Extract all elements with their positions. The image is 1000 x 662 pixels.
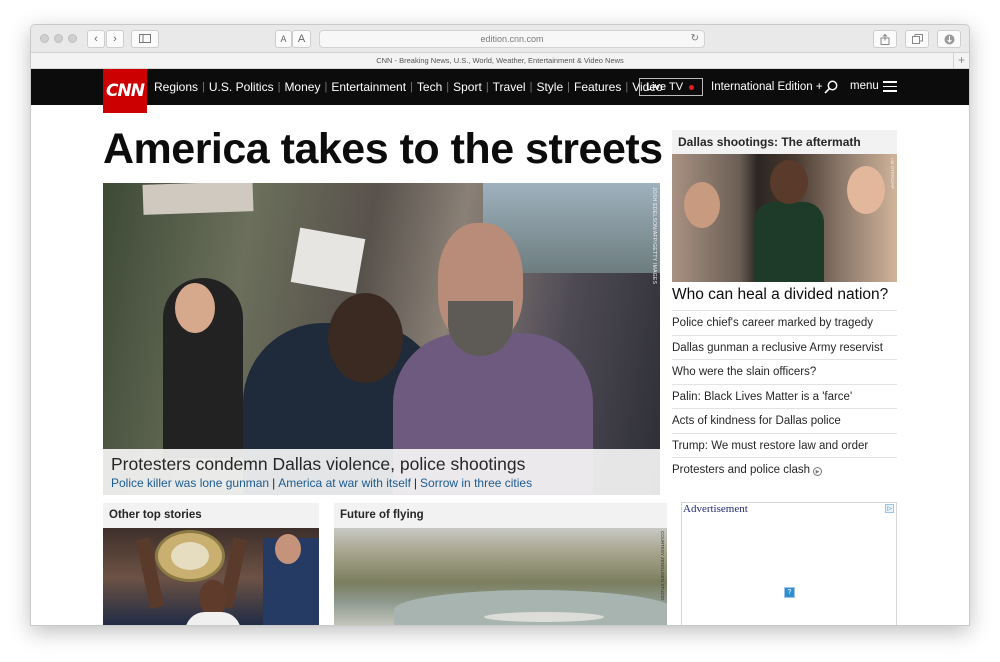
live-tv-button[interactable]: Live TV [639, 78, 703, 96]
live-tv-label: Live TV [646, 81, 684, 93]
play-icon: ▶ [813, 467, 823, 476]
tabs-overview-button[interactable] [905, 30, 929, 48]
advertisement-label: Advertisement [683, 503, 748, 515]
tabs-icon [911, 34, 923, 44]
search-icon[interactable] [824, 80, 838, 94]
future-of-flying-title[interactable]: Future of flying [334, 503, 667, 528]
dallas-image[interactable]: LM OTERO/AP [672, 154, 897, 282]
new-tab-button[interactable]: + [953, 53, 969, 68]
list-item[interactable]: Acts of kindness for Dallas police [672, 408, 897, 433]
list-item[interactable]: Trump: We must restore law and order [672, 432, 897, 458]
share-icon [880, 33, 890, 45]
minimize-window-button[interactable] [54, 34, 63, 43]
share-button[interactable] [873, 30, 897, 48]
nav-item-features[interactable]: Features [574, 80, 621, 94]
edition-selector[interactable]: International Edition + [711, 69, 823, 105]
cnn-logo[interactable]: CNN [103, 69, 147, 113]
list-item[interactable]: Dallas gunman a reclusive Army reservist [672, 334, 897, 360]
close-window-button[interactable] [40, 34, 49, 43]
dallas-lead-link[interactable]: Who can heal a divided nation? [672, 286, 897, 304]
nav-links: Regions | U.S. Politics | Money | Entertain… [154, 80, 663, 94]
caption-link-gunman[interactable]: Police killer was lone gunman [111, 476, 269, 490]
hamburger-icon[interactable] [883, 81, 897, 92]
other-top-stories-image[interactable] [103, 528, 319, 625]
nav-item-tech[interactable]: Tech [417, 80, 442, 94]
hero-caption-title[interactable]: Protesters condemn Dallas violence, poli… [111, 454, 652, 475]
nav-item-sport[interactable]: Sport [453, 80, 482, 94]
caption-link-war[interactable]: America at war with itself [278, 476, 411, 490]
other-top-stories-title[interactable]: Other top stories [103, 503, 319, 528]
downloads-button[interactable] [937, 30, 961, 48]
menu-button[interactable]: menu [850, 69, 879, 105]
live-dot-icon [689, 85, 694, 90]
caption-link-sorrow[interactable]: Sorrow in three cities [420, 476, 532, 490]
dallas-section-title[interactable]: Dallas shootings: The aftermath [672, 130, 897, 154]
nav-item-entertainment[interactable]: Entertainment [331, 80, 406, 94]
list-item[interactable]: Protesters and police clash ▶ [672, 457, 897, 482]
sidebar-button[interactable] [131, 30, 159, 48]
list-item-label: Protesters and police clash [672, 464, 811, 476]
tab-active[interactable]: CNN - Breaking News, U.S., World, Weathe… [376, 56, 624, 65]
page-headline[interactable]: America takes to the streets [103, 125, 663, 174]
flying-photo-credit: COURTESY ZENGUSEN STUDIO [660, 531, 665, 601]
zoom-window-button[interactable] [68, 34, 77, 43]
cnn-nav-bar: CNN Regions | U.S. Politics | Money | Enter… [31, 69, 969, 113]
browser-toolbar: ‹ › A A edition.cnn.com ↻ [31, 25, 969, 53]
text-smaller-button[interactable]: A [275, 30, 292, 48]
hero-photo-credit: JOSH EDELSON/AFP/GETTY IMAGES [651, 187, 657, 285]
url-text: edition.cnn.com [480, 34, 544, 44]
nav-item-style[interactable]: Style [536, 80, 563, 94]
reload-icon[interactable]: ↻ [691, 31, 699, 47]
back-button[interactable]: ‹ [87, 30, 105, 48]
sidebar-icon [139, 34, 151, 43]
hero-caption: Protesters condemn Dallas violence, poli… [103, 449, 660, 495]
dallas-links-list: Police chief's career marked by tragedy … [672, 310, 897, 482]
hero-caption-links: Police killer was lone gunman | America at… [111, 476, 533, 490]
tab-bar: CNN - Breaking News, U.S., World, Weathe… [31, 53, 969, 69]
downloads-icon [944, 34, 954, 45]
nav-item-us-politics[interactable]: U.S. Politics [209, 80, 274, 94]
advertisement-box[interactable]: Advertisement ▷ ? [681, 502, 897, 625]
text-larger-button[interactable]: A [292, 30, 311, 48]
ad-placeholder-icon: ? [784, 587, 795, 598]
browser-window: ‹ › A A edition.cnn.com ↻ CNN - Breaking… [30, 24, 970, 626]
list-item[interactable]: Palin: Black Lives Matter is a 'farce' [672, 383, 897, 409]
ad-choices-icon[interactable]: ▷ [885, 504, 894, 513]
nav-item-money[interactable]: Money [284, 80, 320, 94]
list-item[interactable]: Who were the slain officers? [672, 359, 897, 384]
future-of-flying-image[interactable]: COURTESY ZENGUSEN STUDIO [334, 528, 667, 625]
list-item[interactable]: Police chief's career marked by tragedy [672, 310, 897, 335]
forward-button[interactable]: › [106, 30, 124, 48]
dallas-photo-credit: LM OTERO/AP [890, 158, 895, 189]
nav-item-regions[interactable]: Regions [154, 80, 198, 94]
address-bar[interactable]: edition.cnn.com ↻ [319, 30, 705, 48]
nav-item-travel[interactable]: Travel [493, 80, 526, 94]
